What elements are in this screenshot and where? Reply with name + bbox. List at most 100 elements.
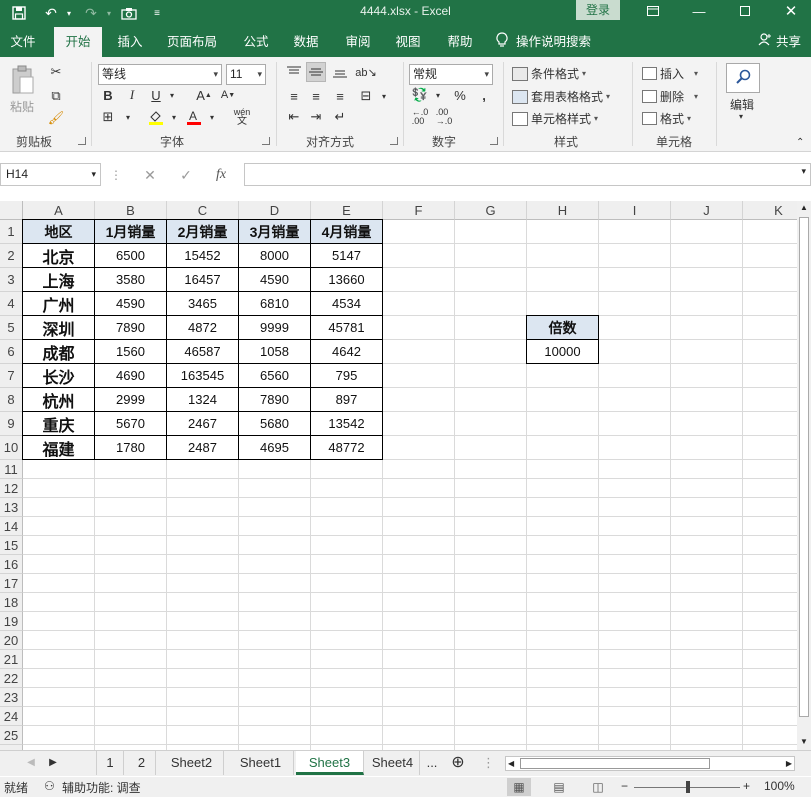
align-middle-icon[interactable] (306, 62, 326, 82)
row-header[interactable]: 9 (0, 412, 23, 436)
row-header[interactable]: 20 (0, 631, 23, 650)
tab-view[interactable]: 视图 (386, 27, 430, 57)
increase-decimal-icon[interactable]: ←.0.00 (410, 107, 430, 127)
sales-cell[interactable]: 5680 (238, 411, 311, 436)
increase-font-icon[interactable]: A ▲ (194, 85, 214, 105)
save-icon[interactable] (8, 3, 30, 23)
page-layout-view-icon[interactable]: ▤ (547, 778, 571, 796)
row-header[interactable]: 1 (0, 220, 23, 244)
zoom-slider-thumb[interactable] (686, 781, 690, 793)
name-box[interactable]: H14 ▾ (0, 163, 101, 186)
sales-cell[interactable]: 4534 (310, 291, 383, 316)
font-color-dropdown-icon[interactable]: ▾ (202, 107, 222, 127)
row-header[interactable]: 11 (0, 460, 23, 479)
column-header[interactable]: B (95, 201, 167, 220)
tab-home[interactable]: 开始 (54, 27, 102, 57)
page-break-view-icon[interactable]: ◫ (586, 778, 610, 796)
tab-data[interactable]: 数据 (284, 27, 328, 57)
font-color-icon[interactable]: A (184, 107, 204, 127)
sales-cell[interactable]: 8000 (238, 243, 311, 268)
align-right-icon[interactable]: ≡ (330, 86, 350, 106)
delete-cells-button[interactable]: 删除 ▾ (642, 88, 698, 105)
decrease-font-icon[interactable]: A ▼ (218, 85, 238, 105)
font-dialog-launcher[interactable] (262, 137, 270, 145)
zoom-out-icon[interactable]: − (621, 779, 628, 793)
accounting-dropdown-icon[interactable]: ▾ (428, 85, 448, 105)
region-cell[interactable]: 广州 (22, 291, 95, 316)
scroll-down-icon[interactable]: ▼ (800, 737, 808, 746)
align-left-icon[interactable]: ≡ (284, 86, 304, 106)
row-header[interactable]: 5 (0, 316, 23, 340)
table-header-cell[interactable]: 1月销量 (94, 219, 167, 244)
tab-page-layout[interactable]: 页面布局 (160, 27, 224, 57)
undo-dropdown-icon[interactable]: ▾ (58, 3, 80, 23)
copy-icon[interactable]: ⧉ (46, 86, 66, 106)
redo-dropdown-icon[interactable]: ▾ (98, 3, 120, 23)
table-header-cell[interactable]: 4月销量 (310, 219, 383, 244)
sales-cell[interactable]: 2999 (94, 387, 167, 412)
row-header[interactable]: 7 (0, 364, 23, 388)
sales-cell[interactable]: 16457 (166, 267, 239, 292)
sheet-tab[interactable]: 1 (96, 751, 124, 775)
tab-split-handle[interactable]: ⋮ (482, 751, 495, 775)
sales-cell[interactable]: 5670 (94, 411, 167, 436)
scroll-up-icon[interactable]: ▲ (800, 203, 808, 212)
minimize-icon[interactable]: — (676, 1, 722, 23)
sales-cell[interactable]: 795 (310, 363, 383, 388)
add-sheet-icon[interactable]: ⊕ (448, 751, 468, 775)
sales-cell[interactable]: 1324 (166, 387, 239, 412)
column-header[interactable]: H (527, 201, 599, 220)
row-header[interactable]: 12 (0, 479, 23, 498)
normal-view-icon[interactable]: ▦ (507, 778, 531, 796)
row-header[interactable]: 15 (0, 536, 23, 555)
decrease-indent-icon[interactable]: ⇤ (284, 107, 304, 127)
editing-dropdown-icon[interactable]: ▾ (739, 112, 743, 121)
row-header[interactable]: 24 (0, 707, 23, 726)
sales-cell[interactable]: 48772 (310, 435, 383, 460)
fill-color-dropdown-icon[interactable]: ▾ (164, 107, 184, 127)
underline-dropdown-icon[interactable]: ▾ (162, 85, 182, 105)
close-icon[interactable]: ✕ (768, 1, 811, 23)
accessibility-icon[interactable]: ⚇ (44, 779, 55, 793)
column-header[interactable]: C (167, 201, 239, 220)
align-center-icon[interactable]: ≡ (306, 86, 326, 106)
sales-cell[interactable]: 15452 (166, 243, 239, 268)
row-header[interactable]: 18 (0, 593, 23, 612)
region-cell[interactable]: 北京 (22, 243, 95, 268)
sales-cell[interactable]: 1058 (238, 339, 311, 364)
row-header[interactable]: 17 (0, 574, 23, 593)
align-bottom-icon[interactable] (330, 62, 350, 82)
sheet-tab[interactable]: 2 (128, 751, 156, 775)
column-header[interactable]: J (671, 201, 743, 220)
column-header[interactable]: K (743, 201, 797, 220)
column-header[interactable]: G (455, 201, 527, 220)
sales-cell[interactable]: 2487 (166, 435, 239, 460)
merge-dropdown-icon[interactable]: ▾ (374, 86, 394, 106)
sales-cell[interactable]: 4872 (166, 315, 239, 340)
sales-cell[interactable]: 4695 (238, 435, 311, 460)
customize-qat-icon[interactable]: ≡ (146, 3, 168, 23)
region-cell[interactable]: 杭州 (22, 387, 95, 412)
table-header-cell[interactable]: 3月销量 (238, 219, 311, 244)
tab-file[interactable]: 文件 (2, 27, 44, 57)
tab-review[interactable]: 审阅 (336, 27, 380, 57)
sales-cell[interactable]: 3465 (166, 291, 239, 316)
percent-style-icon[interactable]: % (450, 85, 470, 105)
region-cell[interactable]: 福建 (22, 435, 95, 460)
tab-formulas[interactable]: 公式 (234, 27, 278, 57)
row-header[interactable]: 14 (0, 517, 23, 536)
expand-formula-icon[interactable]: ▾ (801, 166, 806, 177)
maximize-icon[interactable] (722, 1, 768, 23)
row-header[interactable]: 23 (0, 688, 23, 707)
number-format-select[interactable]: 常规 ▾ (409, 64, 493, 85)
sheet-more[interactable]: ... (423, 751, 441, 775)
sales-cell[interactable]: 897 (310, 387, 383, 412)
region-cell[interactable]: 上海 (22, 267, 95, 292)
sales-cell[interactable]: 4590 (94, 291, 167, 316)
share-button[interactable]: 共享 (758, 27, 801, 57)
row-header[interactable]: 19 (0, 612, 23, 631)
row-header[interactable]: 16 (0, 555, 23, 574)
table-header-cell[interactable]: 2月销量 (166, 219, 239, 244)
insert-cells-button[interactable]: 插入 ▾ (642, 65, 698, 82)
row-header[interactable]: 3 (0, 268, 23, 292)
